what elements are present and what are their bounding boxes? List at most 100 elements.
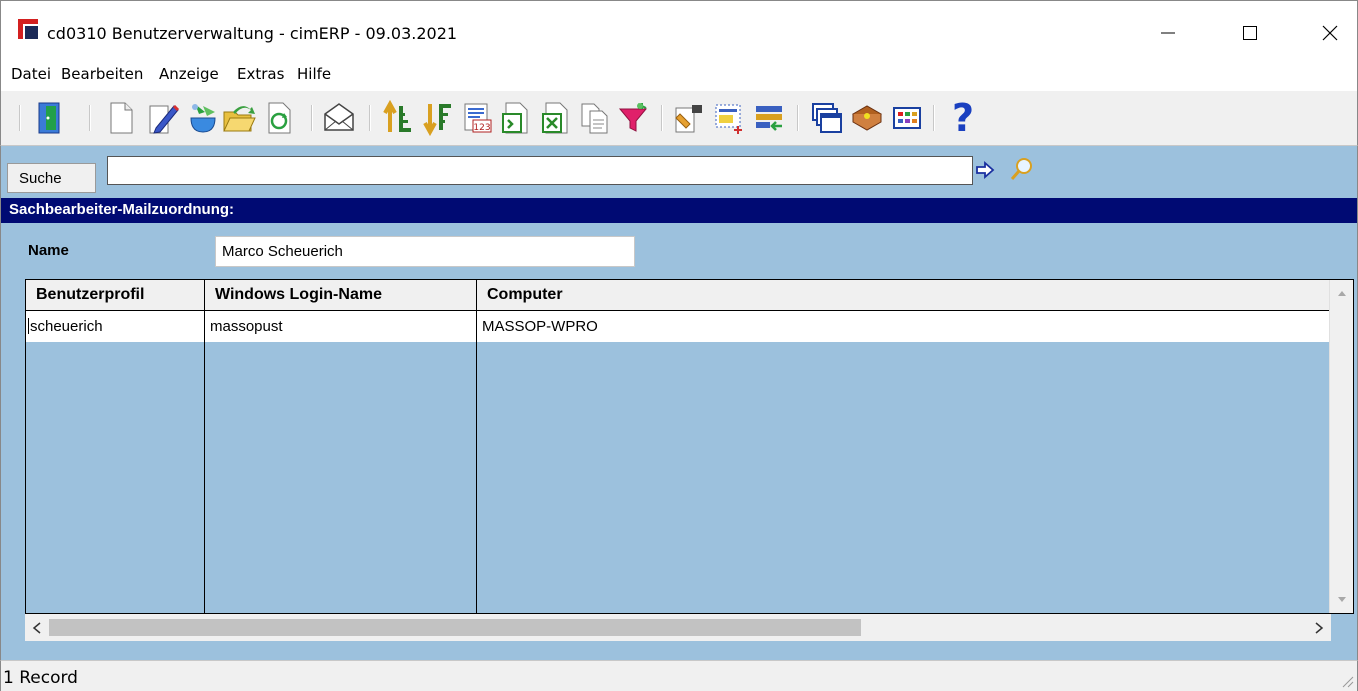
add-record-button[interactable]	[709, 96, 749, 140]
horizontal-scroll-thumb[interactable]	[49, 619, 861, 636]
new-document-icon	[110, 102, 133, 134]
menu-bearbeiten[interactable]: Bearbeiten	[61, 65, 143, 83]
sort-descending-icon	[423, 104, 451, 136]
cell-computer[interactable]: MASSOP-WPRO	[480, 311, 1329, 342]
add-record-icon	[715, 104, 742, 134]
book-icon	[851, 105, 883, 131]
search-label: Suche	[7, 163, 96, 193]
windows-button[interactable]	[807, 96, 847, 140]
minimize-icon	[1161, 32, 1175, 34]
scroll-down-button[interactable]	[1330, 590, 1354, 610]
toolbar-separator	[311, 105, 313, 131]
column-header-windows-login-name[interactable]: Windows Login-Name	[205, 280, 477, 311]
windows-icon	[812, 103, 842, 133]
menu-hilfe[interactable]: Hilfe	[297, 65, 331, 83]
window-title: cd0310 Benutzerverwaltung - cimERP - 09.…	[47, 24, 458, 43]
save-button[interactable]	[183, 96, 223, 140]
column-header-benutzerprofil[interactable]: Benutzerprofil	[26, 280, 205, 311]
refresh-icon	[268, 102, 291, 134]
section-title: Sachbearbeiter-Mailzuordnung:	[1, 198, 1357, 223]
name-label: Name	[28, 242, 69, 259]
toolbar-separator	[797, 105, 799, 131]
maximize-icon	[1243, 26, 1257, 40]
properties-button[interactable]	[669, 96, 709, 140]
record-count: 1 Record	[3, 668, 78, 688]
column-divider	[476, 311, 477, 614]
numbering-button[interactable]: 123	[457, 96, 497, 140]
scroll-right-button[interactable]	[1307, 614, 1331, 641]
horizontal-scrollbar[interactable]	[25, 614, 1331, 641]
export-icon	[502, 102, 528, 134]
excel-export-icon	[542, 102, 568, 134]
close-button[interactable]	[1307, 13, 1353, 53]
scroll-up-button[interactable]	[1330, 283, 1354, 303]
help-button[interactable]: ?	[943, 96, 983, 140]
toolbar-separator	[19, 105, 21, 131]
main-content: Suche Sachbearbeiter-Mailzuordnung: Name…	[0, 146, 1358, 660]
title-bar: cd0310 Benutzerverwaltung - cimERP - 09.…	[0, 0, 1358, 58]
toolbar-separator	[369, 105, 371, 131]
search-go-button[interactable]	[975, 160, 995, 180]
chevron-up-icon	[1338, 291, 1346, 296]
menu-extras[interactable]: Extras	[237, 65, 284, 83]
mail-button[interactable]	[319, 96, 359, 140]
cell-benutzerprofil-value: scheuerich	[30, 318, 103, 335]
export-button[interactable]	[497, 96, 537, 140]
app-icon	[18, 19, 38, 39]
menu-datei[interactable]: Datei	[11, 65, 51, 83]
filter-button[interactable]	[613, 96, 653, 140]
sort-ascending-icon	[383, 100, 411, 132]
open-button[interactable]	[219, 96, 259, 140]
arrow-right-icon	[976, 161, 995, 179]
toolbar-separator	[933, 105, 935, 131]
scroll-left-button[interactable]	[25, 614, 49, 641]
chevron-down-icon	[1338, 597, 1346, 602]
chevron-left-icon	[32, 621, 41, 634]
transfer-icon	[756, 106, 782, 131]
search-input[interactable]	[107, 156, 973, 185]
properties-icon	[675, 105, 702, 133]
table-view-icon	[893, 107, 921, 129]
minimize-button[interactable]	[1145, 13, 1191, 53]
help-icon: ?	[952, 98, 974, 138]
book-button[interactable]	[847, 96, 887, 140]
sort-ascending-button[interactable]	[377, 96, 417, 140]
cell-windows-login-name[interactable]: massopust	[208, 311, 477, 342]
find-button[interactable]	[1009, 157, 1033, 183]
transfer-button[interactable]	[749, 96, 789, 140]
grid-header: Benutzerprofil Windows Login-Name Comput…	[26, 280, 1329, 311]
open-folder-icon	[223, 106, 256, 132]
svg-text:123: 123	[473, 123, 490, 133]
new-button[interactable]	[101, 96, 141, 140]
exit-button[interactable]	[29, 96, 69, 140]
table-view-button[interactable]	[887, 96, 927, 140]
copy-button[interactable]	[575, 96, 615, 140]
toolbar-separator	[89, 105, 91, 131]
column-header-computer[interactable]: Computer	[477, 280, 1329, 311]
edit-icon	[149, 104, 180, 134]
maximize-button[interactable]	[1227, 13, 1273, 53]
svg-text:?: ?	[952, 98, 974, 138]
toolbar: 123 ?	[0, 91, 1358, 146]
chevron-right-icon	[1315, 621, 1324, 634]
edit-button[interactable]	[143, 96, 183, 140]
excel-export-button[interactable]	[537, 96, 577, 140]
status-bar: 1 Record	[0, 660, 1358, 691]
menu-anzeige[interactable]: Anzeige	[159, 65, 219, 83]
sort-descending-button[interactable]	[417, 96, 457, 140]
vertical-scrollbar[interactable]	[1329, 280, 1353, 613]
refresh-button[interactable]	[259, 96, 299, 140]
table-row[interactable]: scheuerich massopust MASSOP-WPRO	[26, 311, 1329, 342]
resize-grip-icon[interactable]	[1340, 674, 1354, 688]
save-icon	[190, 104, 216, 133]
name-field[interactable]	[215, 236, 635, 267]
toolbar-separator	[661, 105, 663, 131]
filter-icon	[618, 103, 648, 132]
cell-benutzerprofil[interactable]: scheuerich	[26, 311, 205, 342]
column-divider	[204, 311, 205, 614]
data-grid: Benutzerprofil Windows Login-Name Comput…	[25, 279, 1354, 614]
mail-icon	[324, 103, 354, 131]
magnifier-icon	[1010, 158, 1032, 180]
exit-icon	[38, 102, 60, 134]
menu-bar: Datei Bearbeiten Anzeige Extras Hilfe	[0, 58, 1358, 91]
